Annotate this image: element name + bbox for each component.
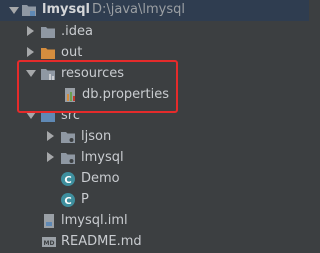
tree-row-resources[interactable]: resources xyxy=(0,63,309,84)
java-class-icon: C xyxy=(61,193,75,207)
tree-row-lmysql-package[interactable]: lmysql xyxy=(0,147,309,168)
chevron-down-icon[interactable] xyxy=(26,112,36,119)
chevron-down-icon[interactable] xyxy=(9,7,19,14)
file-label-readme: README.md xyxy=(61,234,142,249)
java-class-icon: C xyxy=(61,172,75,186)
folder-label-out: out xyxy=(61,45,83,60)
package-icon xyxy=(61,132,75,143)
svg-text:C: C xyxy=(64,175,71,186)
svg-text:MD: MD xyxy=(44,240,55,247)
class-label-p: P xyxy=(81,192,89,207)
package-label-ljson: ljson xyxy=(81,129,112,144)
properties-file-icon xyxy=(65,88,75,102)
tree-row-p[interactable]: C P xyxy=(0,189,309,210)
chevron-right-icon[interactable] xyxy=(27,47,34,57)
chevron-right-icon[interactable] xyxy=(27,26,34,36)
module-folder-icon xyxy=(22,5,36,16)
folder-label-idea: .idea xyxy=(61,24,93,39)
chevron-down-icon[interactable] xyxy=(26,70,36,77)
file-label-iml: lmysql.iml xyxy=(61,213,128,228)
folder-label-resources: resources xyxy=(61,66,125,81)
class-label-demo: Demo xyxy=(81,171,120,186)
project-tree: lmysql D:\java\lmysql .idea out resource… xyxy=(0,0,309,253)
chevron-right-icon[interactable] xyxy=(47,131,54,141)
svg-text:C: C xyxy=(64,196,71,207)
tree-row-db-properties[interactable]: db.properties xyxy=(0,84,309,105)
folder-icon xyxy=(41,27,55,38)
package-icon xyxy=(61,153,75,164)
iml-file-icon xyxy=(44,214,54,228)
tree-row-ljson[interactable]: ljson xyxy=(0,126,309,147)
markdown-file-icon: MD xyxy=(42,237,56,247)
tree-row-project-root[interactable]: lmysql D:\java\lmysql xyxy=(0,0,309,21)
project-name: lmysql xyxy=(42,2,90,17)
tree-row-iml[interactable]: lmysql.iml xyxy=(0,210,309,231)
project-path: D:\java\lmysql xyxy=(92,2,185,17)
tree-row-readme[interactable]: MD README.md xyxy=(0,231,309,252)
file-label-db-properties: db.properties xyxy=(82,87,169,102)
resources-folder-icon xyxy=(41,69,55,80)
chevron-right-icon[interactable] xyxy=(47,152,54,162)
folder-label-src: src xyxy=(61,108,80,123)
source-folder-icon xyxy=(41,111,55,122)
tree-row-idea[interactable]: .idea xyxy=(0,21,309,42)
tree-row-src[interactable]: src xyxy=(0,105,309,126)
tree-row-out[interactable]: out xyxy=(0,42,309,63)
excluded-folder-icon xyxy=(41,48,55,59)
tree-row-demo[interactable]: C Demo xyxy=(0,168,309,189)
package-label-lmysql: lmysql xyxy=(81,150,124,165)
